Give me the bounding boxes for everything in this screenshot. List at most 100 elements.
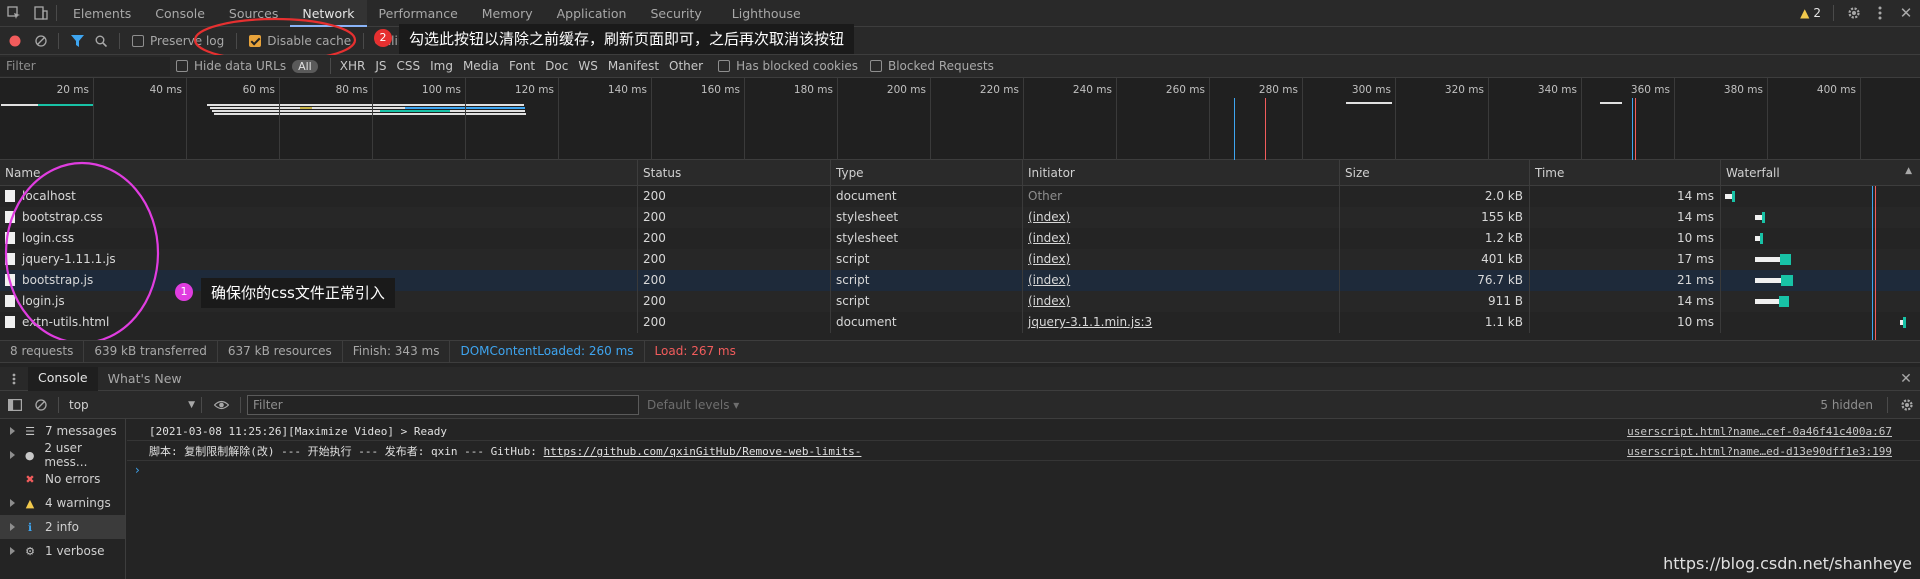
inspect-element-icon[interactable] <box>0 0 28 27</box>
expand-arrow-icon[interactable] <box>10 427 15 435</box>
filter-type-other[interactable]: Other <box>664 59 708 73</box>
cell-initiator[interactable]: (index) <box>1023 228 1340 249</box>
warning-badge[interactable]: ▲ 2 <box>1794 6 1827 20</box>
log-levels-select[interactable]: Default levels ▾ <box>647 398 739 412</box>
sidebar-item-user[interactable]: ● 2 user mess... <box>0 441 125 469</box>
record-stop-icon[interactable] <box>0 35 30 47</box>
network-filter-bar: Filter Hide data URLs All XHR JS CSS Img Med… <box>0 55 1920 78</box>
load-line <box>1265 98 1266 160</box>
tab-memory[interactable]: Memory <box>470 0 545 27</box>
cell-initiator[interactable]: (index) <box>1023 207 1340 228</box>
cell-initiator[interactable]: (index) <box>1023 270 1340 291</box>
drawer-tab-console[interactable]: Console <box>28 366 98 391</box>
cell-size: 76.7 kB <box>1340 270 1530 291</box>
filter-type-js[interactable]: JS <box>370 59 391 73</box>
clear-icon[interactable] <box>30 34 52 47</box>
console-filter-input[interactable]: Filter <box>247 394 639 415</box>
sidebar-item-label: 7 messages <box>45 424 117 438</box>
sidebar-item-info[interactable]: ℹ 2 info <box>0 515 125 539</box>
filter-type-img[interactable]: Img <box>425 59 458 73</box>
filter-type-doc[interactable]: Doc <box>540 59 573 73</box>
tab-elements[interactable]: Elements <box>61 0 143 27</box>
live-expression-eye-icon[interactable] <box>208 400 234 410</box>
device-toolbar-icon[interactable] <box>28 0 54 27</box>
network-overview-timeline[interactable]: 20 ms 40 ms 60 ms 80 ms 100 ms 120 ms 140 ms 16… <box>0 78 1920 160</box>
expand-arrow-icon[interactable] <box>10 523 15 531</box>
filter-type-xhr[interactable]: XHR <box>335 59 371 73</box>
cell-initiator[interactable]: (index) <box>1023 249 1340 270</box>
cell-initiator[interactable]: (index) <box>1023 291 1340 312</box>
cell-size: 911 B <box>1340 291 1530 312</box>
filter-type-ws[interactable]: WS <box>573 59 602 73</box>
settings-gear-icon[interactable] <box>1840 6 1868 20</box>
close-devtools-icon[interactable]: ✕ <box>1892 4 1920 22</box>
filter-all-button[interactable]: All <box>292 59 318 73</box>
filter-funnel-icon[interactable] <box>65 34 89 47</box>
checkbox-box <box>869 60 882 72</box>
message-source-link[interactable]: userscript.html?name…ed-d13e90dff1e3:199 <box>1627 442 1892 461</box>
close-drawer-icon[interactable]: ✕ <box>1892 371 1920 387</box>
message-github-link[interactable]: https://github.com/qxinGitHub/Remove-web… <box>544 445 862 458</box>
has-blocked-cookies-checkbox[interactable]: Has blocked cookies <box>718 59 858 73</box>
expand-arrow-icon[interactable] <box>10 499 15 507</box>
table-row[interactable]: localhost 200 document Other 2.0 kB 14 ms <box>0 186 1920 207</box>
col-waterfall-header[interactable]: Waterfall <box>1721 160 1920 186</box>
annotation-number-2: 2 <box>374 29 392 47</box>
expand-arrow-icon[interactable] <box>10 547 15 555</box>
col-status-header[interactable]: Status <box>638 160 831 186</box>
console-prompt[interactable]: › <box>135 463 140 477</box>
overview-tick-label: 160 ms <box>700 84 740 96</box>
warning-icon: ▲ <box>1800 6 1810 20</box>
overview-gridline <box>1674 78 1675 160</box>
tab-lighthouse[interactable]: Lighthouse <box>720 0 813 27</box>
filter-type-font[interactable]: Font <box>504 59 540 73</box>
hide-data-urls-checkbox[interactable]: Hide data URLs <box>176 59 286 73</box>
execution-context-select[interactable]: top ▼ <box>65 395 195 415</box>
message-text: 脚本: 复制限制解除(改) --- 开始执行 --- 发布者: qxin ---… <box>149 442 861 461</box>
clear-console-icon[interactable] <box>30 398 52 411</box>
waterfall-wait-bar <box>1754 257 1780 262</box>
sidebar-item-error[interactable]: ✖ No errors <box>0 467 125 491</box>
overview-gridline <box>372 78 373 160</box>
message-source-link[interactable]: userscript.html?name…cef-0a46f41c400a:67 <box>1627 422 1892 441</box>
sidebar-item-list[interactable]: ☰ 7 messages <box>0 419 125 443</box>
more-options-icon[interactable] <box>1868 6 1892 20</box>
cell-time: 21 ms <box>1530 270 1721 291</box>
col-initiator-header[interactable]: Initiator <box>1023 160 1340 186</box>
expand-arrow-icon[interactable] <box>10 451 15 459</box>
col-time-header[interactable]: Time <box>1530 160 1721 186</box>
cell-type: document <box>831 312 1023 333</box>
status-resources: 637 kB resources <box>218 340 343 363</box>
sidebar-item-warning[interactable]: ▲ 4 warnings <box>0 491 125 515</box>
sidebar-item-gear[interactable]: ⚙ 1 verbose <box>0 539 125 563</box>
tab-security[interactable]: Security <box>638 0 713 27</box>
console-message: 脚本: 复制限制解除(改) --- 开始执行 --- 发布者: qxin ---… <box>127 442 1920 461</box>
overview-tick-label: 400 ms <box>1816 84 1856 96</box>
tab-performance[interactable]: Performance <box>367 0 470 27</box>
filter-type-media[interactable]: Media <box>458 59 504 73</box>
blocked-requests-checkbox[interactable]: Blocked Requests <box>869 59 994 73</box>
drawer-tab-whats-new[interactable]: What's New <box>98 367 192 391</box>
table-row[interactable]: extn-utils.html 200 document jquery-3.1.1.m… <box>0 312 1920 333</box>
network-filter-input[interactable]: Filter <box>0 56 170 76</box>
col-size-header[interactable]: Size <box>1340 160 1530 186</box>
search-icon[interactable] <box>89 35 113 47</box>
filter-type-manifest[interactable]: Manifest <box>603 59 664 73</box>
status-transferred: 639 kB transferred <box>84 340 218 363</box>
tab-application[interactable]: Application <box>545 0 639 27</box>
overview-bar-receive-2 <box>380 110 450 112</box>
overview-gridline <box>1302 78 1303 160</box>
list-icon: ☰ <box>25 424 35 438</box>
cell-size: 155 kB <box>1340 207 1530 228</box>
console-settings-gear-icon[interactable] <box>1894 398 1920 412</box>
table-row[interactable]: login.css 200 stylesheet (index) 1.2 kB 10 ms <box>0 228 1920 249</box>
show-sidebar-icon[interactable] <box>0 398 30 411</box>
table-row[interactable]: bootstrap.css 200 stylesheet (index) 155 kB 1… <box>0 207 1920 228</box>
sidebar-item-label: 2 info <box>45 520 79 534</box>
drawer-menu-icon[interactable] <box>0 373 28 385</box>
filter-type-css[interactable]: CSS <box>391 59 425 73</box>
table-row[interactable]: jquery-1.11.1.js 200 script (index) 401 kB 17… <box>0 249 1920 270</box>
cell-status: 200 <box>638 291 831 312</box>
cell-initiator[interactable]: jquery-3.1.1.min.js:3 <box>1023 312 1340 333</box>
col-type-header[interactable]: Type <box>831 160 1023 186</box>
